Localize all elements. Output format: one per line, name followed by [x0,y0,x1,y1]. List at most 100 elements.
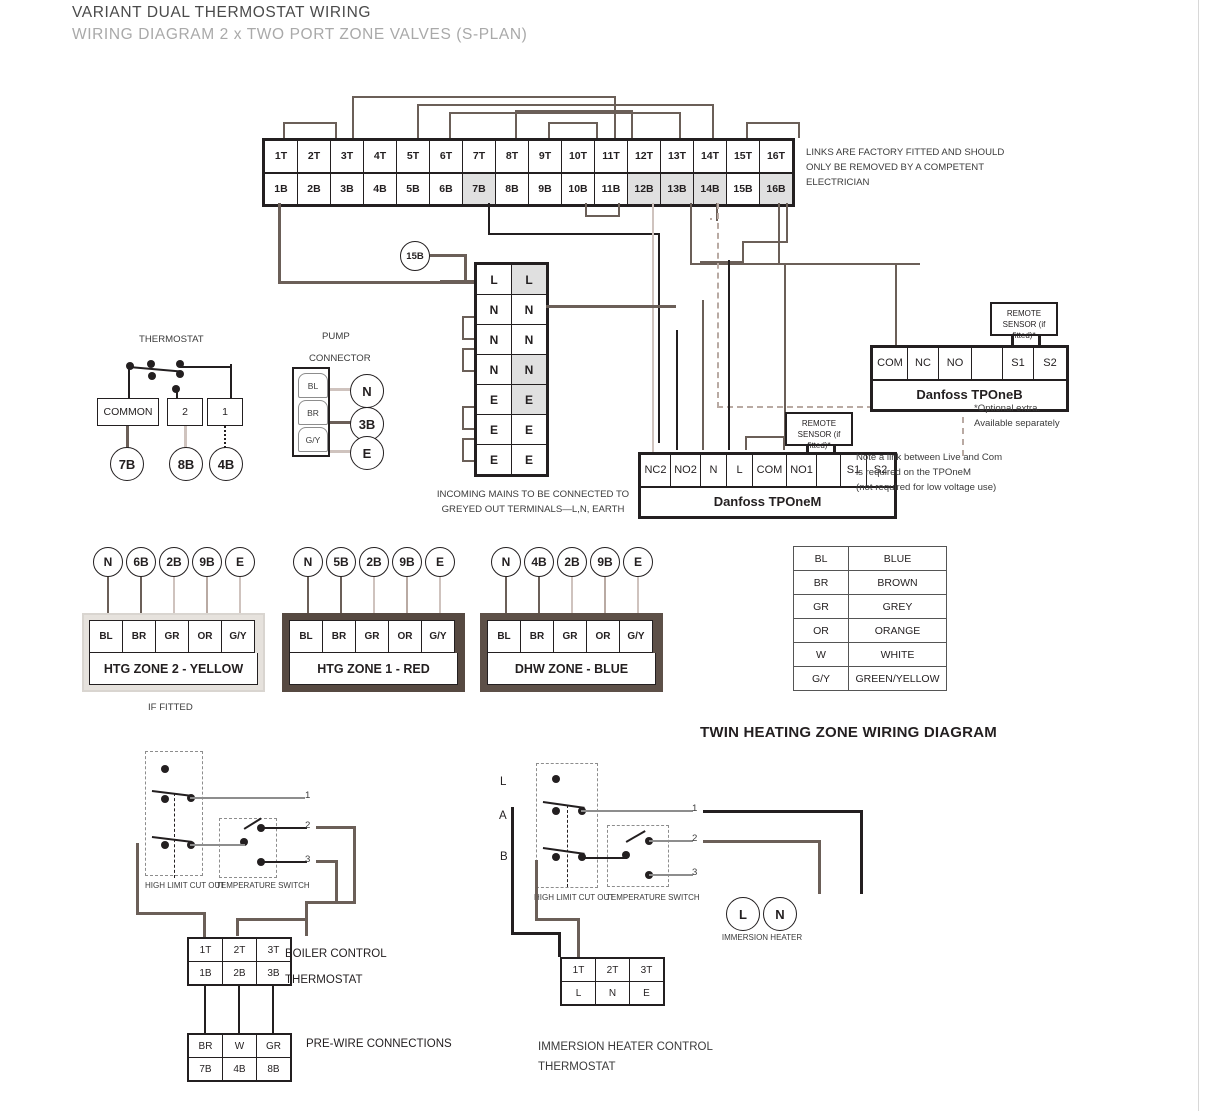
thermostat-box-1[interactable]: 1 [207,398,243,426]
main-terminal-11B[interactable]: 11B [594,171,628,205]
main-terminal-13B[interactable]: 13B [660,171,694,205]
boiler-terminal-1T[interactable]: 1T [188,938,223,962]
zone1-bubble-N[interactable]: N [293,547,323,577]
zone2-bubble-6B[interactable]: 6B [126,547,156,577]
dhw-bubble-9B[interactable]: 9B [590,547,620,577]
main-terminal-1B[interactable]: 1B [264,171,298,205]
zone2-bubble-E[interactable]: E [225,547,255,577]
boiler-terminal-2B[interactable]: 2B [222,961,257,985]
pump-pin-BL[interactable]: BL [298,373,328,398]
zone1-core-GY[interactable]: G/Y [421,620,455,653]
lne-N3-left[interactable]: N [476,354,512,385]
boiler-terminal-1B[interactable]: 1B [188,961,223,985]
main-terminal-15B[interactable]: 15B [726,171,760,205]
main-terminal-3B[interactable]: 3B [330,171,364,205]
prewire-core-BR[interactable]: BR [188,1034,223,1058]
lne-L-left[interactable]: L [476,264,512,295]
lne-E1-right[interactable]: E [511,384,547,415]
prewire-core-GR[interactable]: GR [256,1034,291,1058]
main-terminal-16B[interactable]: 16B [759,171,793,205]
zone1-core-BL[interactable]: BL [289,620,323,653]
main-terminal-13T[interactable]: 13T [660,140,694,173]
immersion-terminal-N-b[interactable]: N [595,981,630,1005]
immersion-bubble-L[interactable]: L [726,897,760,931]
bubble-7B[interactable]: 7B [110,447,144,481]
tponem-terminal-NO1[interactable]: NO1 [786,454,817,487]
lne-E2-left[interactable]: E [476,414,512,445]
main-terminal-7T[interactable]: 7T [462,140,496,173]
main-terminal-1T[interactable]: 1T [264,140,298,173]
main-terminal-2T[interactable]: 2T [297,140,331,173]
boiler-terminal-2T[interactable]: 2T [222,938,257,962]
pump-pin-BR[interactable]: BR [298,400,328,425]
immersion-terminal-1T[interactable]: 1T [561,958,596,982]
zone2-bubble-9B[interactable]: 9B [192,547,222,577]
tponem-terminal-NC2[interactable]: NC2 [640,454,671,487]
thermostat-box-2[interactable]: 2 [167,398,203,426]
tponeb-terminal-NC[interactable]: NC [907,347,939,380]
main-terminal-12B[interactable]: 12B [627,171,661,205]
zone1-bubble-9B[interactable]: 9B [392,547,422,577]
lne-L-right[interactable]: L [511,264,547,295]
dhw-core-GR[interactable]: GR [553,620,587,653]
tponeb-terminal-COM[interactable]: COM [872,347,908,380]
zone1-core-GR[interactable]: GR [355,620,389,653]
lne-N1-left[interactable]: N [476,294,512,325]
bubble-4B[interactable]: 4B [209,447,243,481]
immersion-terminal-3T[interactable]: 3T [629,958,664,982]
main-terminal-10B[interactable]: 10B [561,171,595,205]
zone1-bubble-2B[interactable]: 2B [359,547,389,577]
zone1-core-OR[interactable]: OR [388,620,422,653]
main-terminal-4B[interactable]: 4B [363,171,397,205]
zone1-core-BR[interactable]: BR [322,620,356,653]
zone1-bubble-E[interactable]: E [425,547,455,577]
main-terminal-9T[interactable]: 9T [528,140,562,173]
main-terminal-14B[interactable]: 14B [693,171,727,205]
zone1-bubble-5B[interactable]: 5B [326,547,356,577]
bubble-15B[interactable]: 15B [400,241,430,271]
zone2-bubble-2B[interactable]: 2B [159,547,189,577]
dhw-core-BL[interactable]: BL [487,620,521,653]
dhw-bubble-E[interactable]: E [623,547,653,577]
pump-pin-GY[interactable]: G/Y [298,427,328,452]
main-terminal-5T[interactable]: 5T [396,140,430,173]
dhw-bubble-2B[interactable]: 2B [557,547,587,577]
main-terminal-15T[interactable]: 15T [726,140,760,173]
main-terminal-7B[interactable]: 7B [462,171,496,205]
lne-E3-right[interactable]: E [511,444,547,475]
main-terminal-9B[interactable]: 9B [528,171,562,205]
lne-E2-right[interactable]: E [511,414,547,445]
bubble-pump-N[interactable]: N [350,374,384,408]
zone2-bubble-N[interactable]: N [93,547,123,577]
dhw-core-BR[interactable]: BR [520,620,554,653]
tponem-terminal-N[interactable]: N [700,454,727,487]
main-terminal-6T[interactable]: 6T [429,140,463,173]
main-terminal-10T[interactable]: 10T [561,140,595,173]
main-terminal-14T[interactable]: 14T [693,140,727,173]
main-terminal-3T[interactable]: 3T [330,140,364,173]
prewire-core-W[interactable]: W [222,1034,257,1058]
zone2-core-BR[interactable]: BR [122,620,156,653]
main-terminal-11T[interactable]: 11T [594,140,628,173]
main-terminal-2B[interactable]: 2B [297,171,331,205]
lne-N1-right[interactable]: N [511,294,547,325]
prewire-terminal-4B[interactable]: 4B [222,1057,257,1081]
tponem-terminal-L[interactable]: L [726,454,753,487]
zone2-core-GY[interactable]: G/Y [221,620,255,653]
main-terminal-8T[interactable]: 8T [495,140,529,173]
tponem-terminal-NO2[interactable]: NO2 [670,454,701,487]
thermostat-box-common[interactable]: COMMON [97,398,159,426]
zone2-core-GR[interactable]: GR [155,620,189,653]
bubble-8B[interactable]: 8B [169,447,203,481]
zone2-core-BL[interactable]: BL [89,620,123,653]
dhw-core-OR[interactable]: OR [586,620,620,653]
lne-E1-left[interactable]: E [476,384,512,415]
prewire-terminal-7B[interactable]: 7B [188,1057,223,1081]
immersion-terminal-L-b[interactable]: L [561,981,596,1005]
bubble-pump-E[interactable]: E [350,436,384,470]
tponeb-terminal-S1[interactable]: S1 [1002,347,1034,380]
main-terminal-12T[interactable]: 12T [627,140,661,173]
tponeb-terminal-NO[interactable]: NO [938,347,972,380]
main-terminal-5B[interactable]: 5B [396,171,430,205]
zone2-core-OR[interactable]: OR [188,620,222,653]
